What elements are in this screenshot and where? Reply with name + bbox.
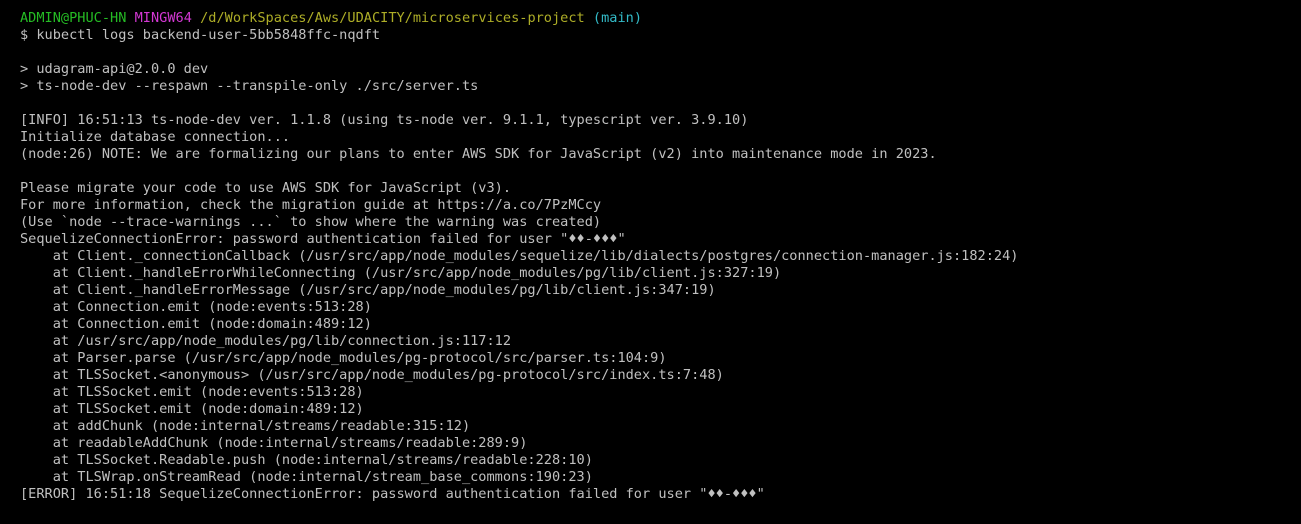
stack-trace-line: at TLSSocket.emit (node:domain:489:12): [20, 401, 364, 417]
output-line: Initialize database connection...: [20, 129, 291, 145]
stack-trace-line: at TLSWrap.onStreamRead (node:internal/s…: [20, 469, 593, 485]
stack-trace-line: at TLSSocket.<anonymous> (/usr/src/app/n…: [20, 367, 724, 383]
output-line: > udagram-api@2.0.0 dev: [20, 61, 209, 77]
output-line: (Use `node --trace-warnings ...` to show…: [20, 214, 602, 230]
output-line: For more information, check the migratio…: [20, 197, 602, 213]
stack-trace-line: at Connection.emit (node:events:513:28): [20, 299, 372, 315]
stack-trace-line: at TLSSocket.emit (node:events:513:28): [20, 384, 364, 400]
output-line: > ts-node-dev --respawn --transpile-only…: [20, 78, 479, 94]
prompt-path: /d/WorkSpaces/Aws/UDACITY/microservices-…: [200, 10, 585, 26]
prompt-line: ADMIN@PHUC-HN MINGW64 /d/WorkSpaces/Aws/…: [20, 10, 1301, 27]
stack-trace-line: at readableAddChunk (node:internal/strea…: [20, 435, 528, 451]
info-log-line: [INFO] 16:51:13 ts-node-dev ver. 1.1.8 (…: [20, 112, 749, 128]
stack-trace-line: at Client._handleErrorMessage (/usr/src/…: [20, 282, 716, 298]
error-message-line: SequelizeConnectionError: password authe…: [20, 231, 626, 247]
stack-trace-line: at Parser.parse (/usr/src/app/node_modul…: [20, 350, 667, 366]
prompt-branch: (main): [592, 10, 643, 26]
prompt-user-host: ADMIN@PHUC-HN: [20, 10, 127, 26]
output-line: Please migrate your code to use AWS SDK …: [20, 180, 512, 196]
error-log-line: [ERROR] 16:51:18 SequelizeConnectionErro…: [20, 486, 765, 502]
command-line: $ kubectl logs backend-user-5bb5848ffc-n…: [20, 27, 381, 43]
stack-trace-line: at addChunk (node:internal/streams/reada…: [20, 418, 471, 434]
output-line: (node:26) NOTE: We are formalizing our p…: [20, 146, 937, 162]
stack-trace-line: at /usr/src/app/node_modules/pg/lib/conn…: [20, 333, 512, 349]
prompt-shell: MINGW64: [134, 10, 192, 26]
stack-trace-line: at Connection.emit (node:domain:489:12): [20, 316, 372, 332]
stack-trace-line: at Client._connectionCallback (/usr/src/…: [20, 248, 1019, 264]
terminal-window[interactable]: ADMIN@PHUC-HN MINGW64 /d/WorkSpaces/Aws/…: [0, 0, 1301, 524]
stack-trace-line: at Client._handleErrorWhileConnecting (/…: [20, 265, 782, 281]
stack-trace-line: at TLSSocket.Readable.push (node:interna…: [20, 452, 593, 468]
